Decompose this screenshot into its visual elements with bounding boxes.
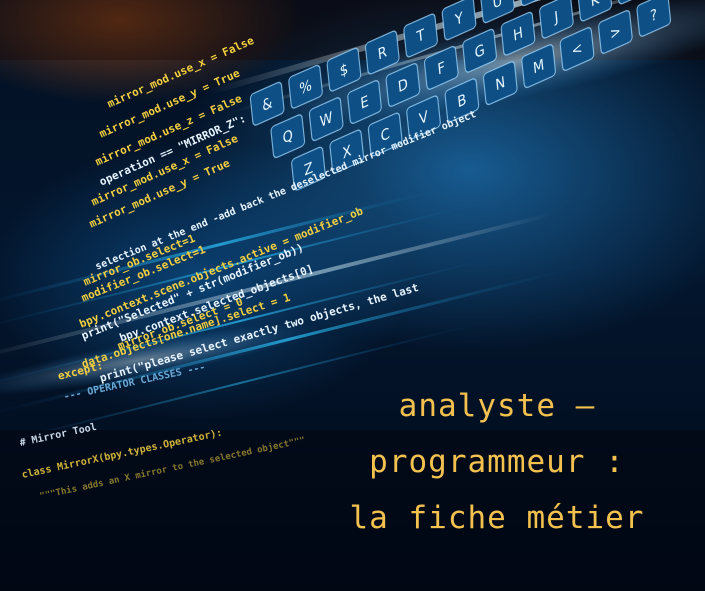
headline-line-2: programmeur : — [369, 444, 625, 480]
headline: analyste – programmeur : la fiche métier — [317, 378, 677, 546]
code-line: # Mirror Tool — [18, 421, 98, 449]
headline-line-1: analyste – — [398, 388, 596, 424]
headline-line-3: la fiche métier — [349, 500, 645, 536]
hero-image: &%$RTYUIOPQWEDFGHJKLZXCVBNM<>? mirror_mo… — [0, 0, 705, 591]
